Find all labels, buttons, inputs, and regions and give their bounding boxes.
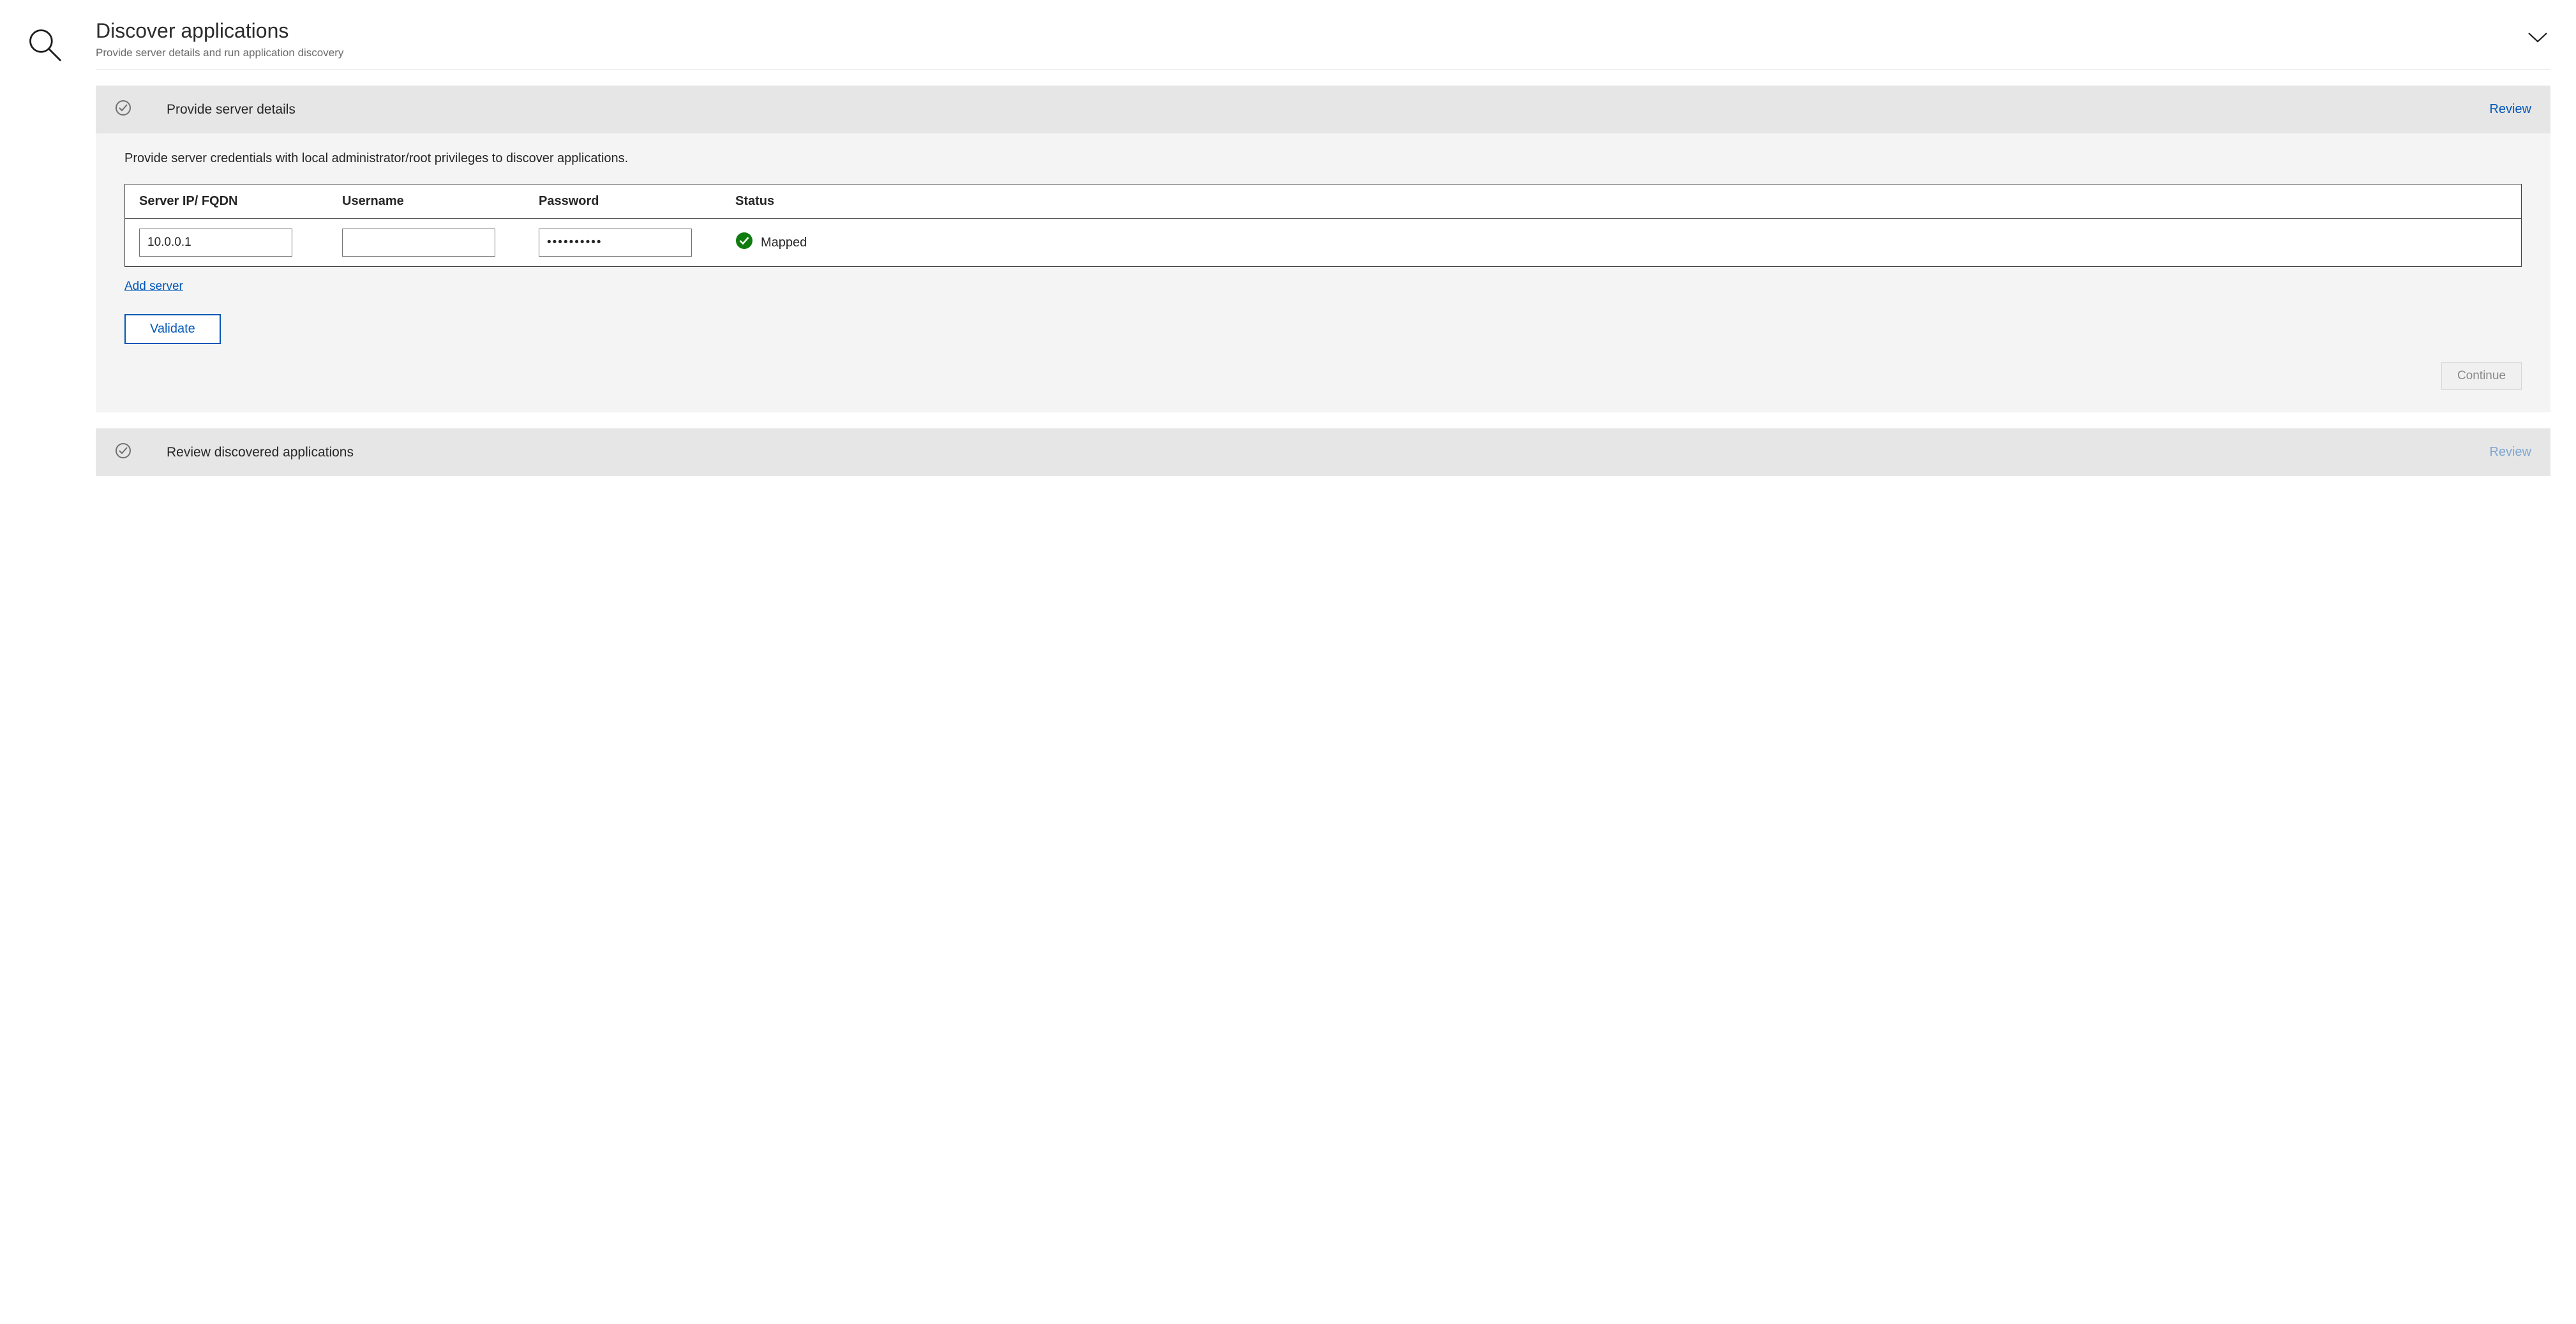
column-header-status: Status [735,194,2507,209]
column-header-ip: Server IP/ FQDN [139,194,331,209]
continue-button: Continue [2441,362,2522,390]
table-row: Mapped [125,219,2521,266]
page-title: Discover applications [96,19,343,43]
username-input[interactable] [342,229,495,257]
status-cell: Mapped [735,232,807,253]
status-text: Mapped [761,236,807,250]
column-header-username: Username [342,194,527,209]
checkmark-circle-icon [115,100,131,119]
section-title: Provide server details [167,102,296,117]
server-table: Server IP/ FQDN Username Password Status [124,184,2522,267]
chevron-down-icon[interactable] [2528,32,2547,47]
validate-button[interactable]: Validate [124,314,221,344]
section-header: Provide server details Review [96,86,2550,133]
password-input[interactable] [539,229,692,257]
checkmark-circle-icon [115,442,131,462]
review-link[interactable]: Review [2489,445,2531,460]
section-description: Provide server credentials with local ad… [124,151,2522,166]
server-ip-input[interactable] [139,229,292,257]
section-header: Review discovered applications Review [96,428,2550,476]
add-server-link[interactable]: Add server [124,280,183,294]
page-subtitle: Provide server details and run applicati… [96,47,343,59]
divider [96,69,2550,70]
table-header: Server IP/ FQDN Username Password Status [125,184,2521,219]
section-provide-server-details: Provide server details Review Provide se… [96,86,2550,412]
column-header-password: Password [539,194,724,209]
section-review-discovered-applications: Review discovered applications Review [96,428,2550,476]
success-check-icon [735,232,753,253]
section-body: Provide server credentials with local ad… [96,133,2550,412]
search-icon [26,56,64,66]
section-title: Review discovered applications [167,445,354,460]
review-link[interactable]: Review [2489,102,2531,117]
